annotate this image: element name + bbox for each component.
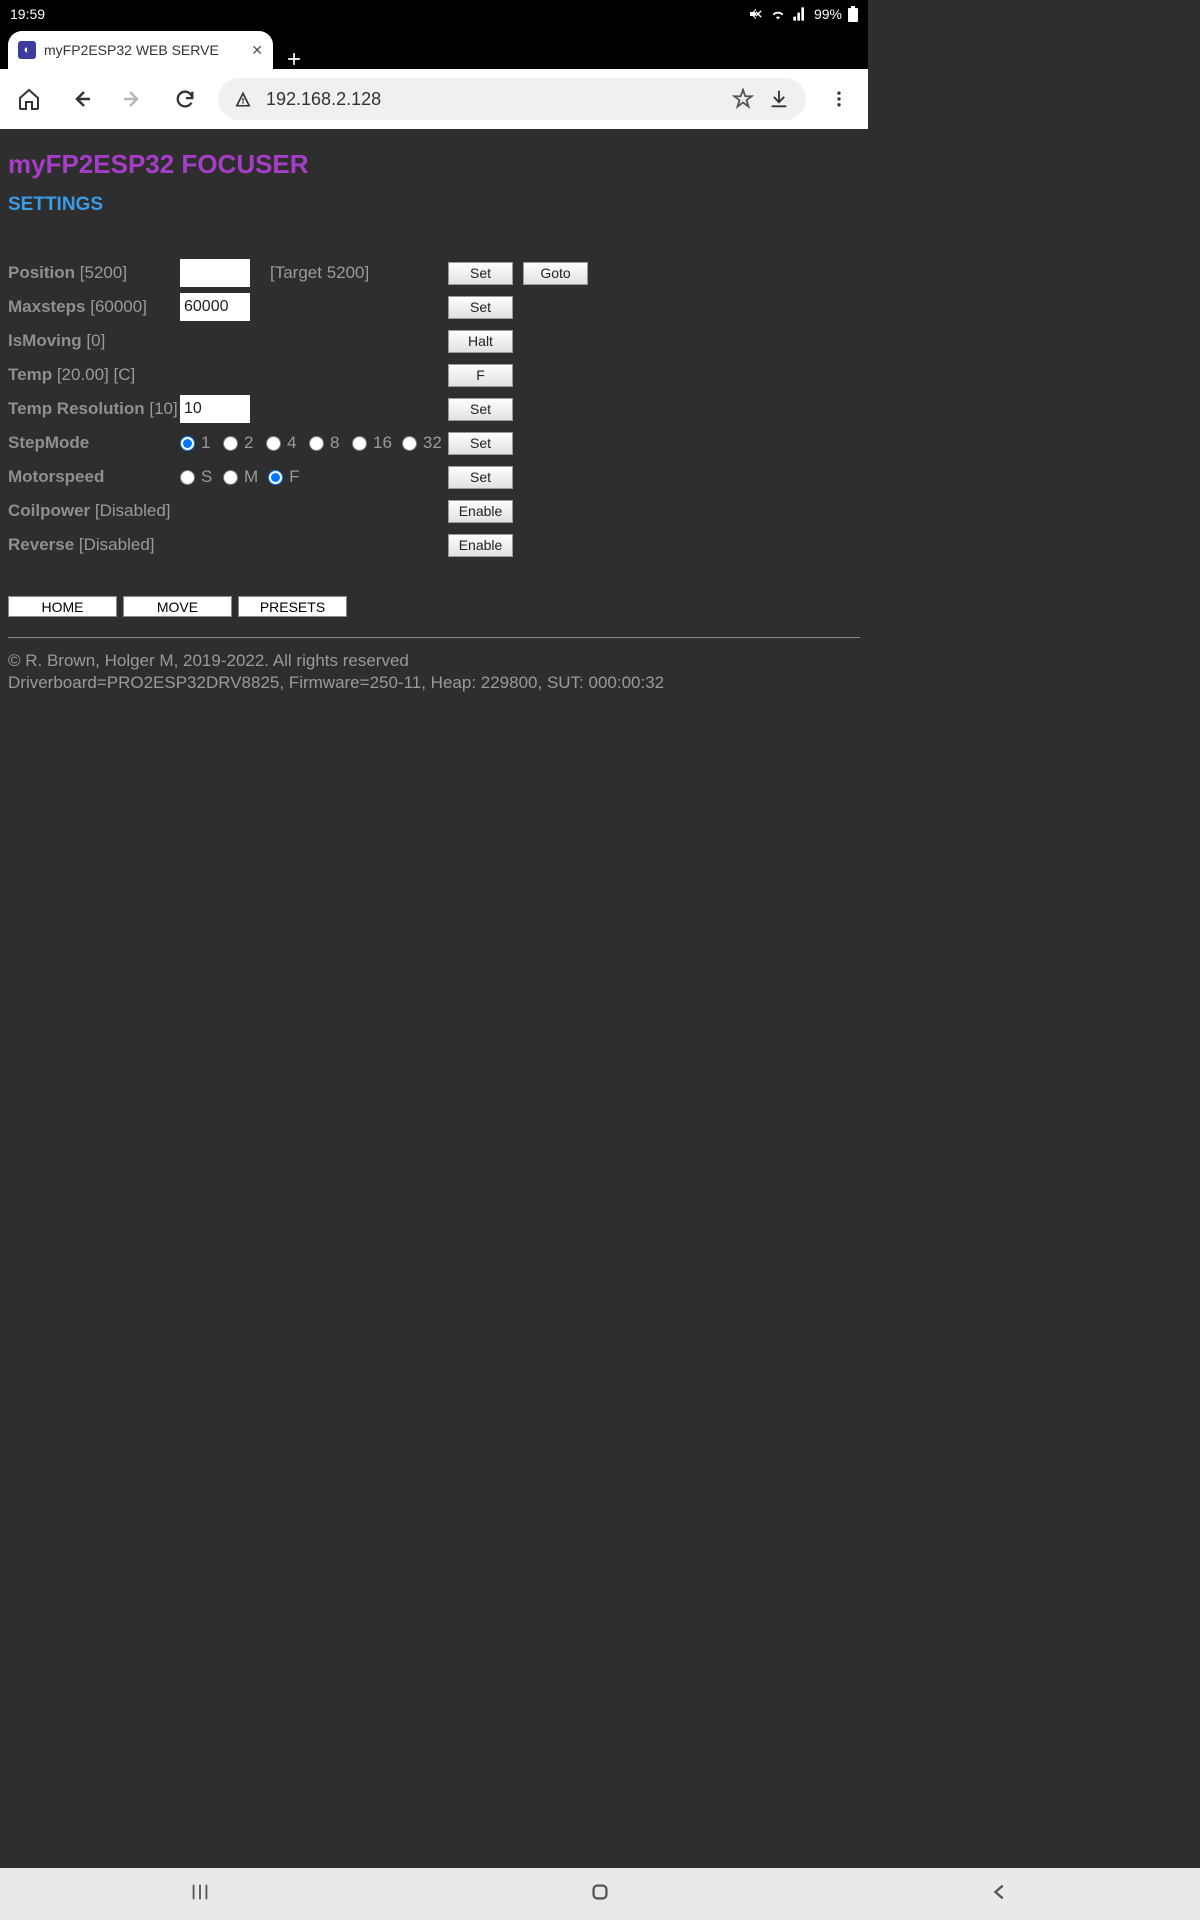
page-title: myFP2ESP32 FOCUSER bbox=[8, 149, 860, 180]
page-subtitle: SETTINGS bbox=[8, 194, 860, 216]
stepmode-radio-4[interactable] bbox=[266, 436, 281, 451]
wifi-icon bbox=[770, 6, 786, 22]
motorspeed-label: Motorspeed bbox=[8, 467, 104, 486]
row-ismoving: IsMoving [0] Halt bbox=[8, 326, 860, 356]
motorspeed-radio-label: F bbox=[289, 467, 301, 487]
stepmode-radio-label: 2 bbox=[244, 433, 256, 453]
motorspeed-radio-M[interactable] bbox=[223, 470, 238, 485]
divider bbox=[8, 637, 860, 638]
nav-home-button[interactable]: HOME bbox=[8, 596, 117, 617]
tab-bar: ◐ myFP2ESP32 WEB SERVE ✕ bbox=[0, 27, 868, 69]
coilpower-value: [Disabled] bbox=[95, 501, 171, 520]
new-tab-button[interactable] bbox=[273, 49, 315, 69]
reverse-value: [Disabled] bbox=[79, 535, 155, 554]
stepmode-radio-label: 4 bbox=[287, 433, 299, 453]
row-reverse: Reverse [Disabled] Enable bbox=[8, 530, 860, 560]
bookmark-icon[interactable] bbox=[732, 88, 754, 110]
footer-copyright: © R. Brown, Holger M, 2019-2022. All rig… bbox=[8, 650, 860, 672]
back-button[interactable] bbox=[62, 80, 100, 118]
tempres-input[interactable] bbox=[180, 395, 250, 423]
maxsteps-value: [60000] bbox=[90, 297, 147, 316]
stepmode-radio-1[interactable] bbox=[180, 436, 195, 451]
stepmode-set-button[interactable]: Set bbox=[448, 432, 513, 455]
page-content: myFP2ESP32 FOCUSER SETTINGS Position [52… bbox=[0, 129, 868, 1337]
nav-presets-button[interactable]: PRESETS bbox=[238, 596, 347, 617]
tempres-value: [10] bbox=[149, 399, 177, 418]
footer: © R. Brown, Holger M, 2019-2022. All rig… bbox=[8, 650, 860, 694]
motorspeed-radio-label: M bbox=[244, 467, 258, 487]
system-back-button[interactable] bbox=[989, 1881, 1011, 1908]
temp-value: [20.00] [C] bbox=[57, 365, 135, 384]
row-coilpower: Coilpower [Disabled] Enable bbox=[8, 496, 860, 526]
row-position: Position [5200] [Target 5200] Set Goto bbox=[8, 258, 860, 288]
reverse-label: Reverse bbox=[8, 535, 74, 554]
motorspeed-radio-S[interactable] bbox=[180, 470, 195, 485]
stepmode-radio-label: 32 bbox=[423, 433, 442, 453]
url-text: 192.168.2.128 bbox=[266, 89, 718, 110]
browser-toolbar: 192.168.2.128 bbox=[0, 69, 868, 129]
position-value: [5200] bbox=[80, 263, 127, 282]
row-motorspeed: Motorspeed S M F Set bbox=[8, 462, 860, 492]
row-stepmode: StepMode 1 2 4 8 16 32 Set bbox=[8, 428, 860, 458]
not-secure-icon bbox=[234, 90, 252, 108]
tempres-set-button[interactable]: Set bbox=[448, 398, 513, 421]
android-nav-bar bbox=[0, 1868, 1200, 1920]
motorspeed-radio-F[interactable] bbox=[268, 470, 283, 485]
temp-unit-button[interactable]: F bbox=[448, 364, 513, 387]
signal-icon bbox=[792, 6, 808, 22]
stepmode-radio-label: 8 bbox=[330, 433, 342, 453]
row-temp: Temp [20.00] [C] F bbox=[8, 360, 860, 390]
system-home-button[interactable] bbox=[589, 1881, 611, 1908]
stepmode-radio-32[interactable] bbox=[402, 436, 417, 451]
tab-title: myFP2ESP32 WEB SERVE bbox=[44, 42, 243, 58]
battery-pct: 99% bbox=[814, 6, 842, 22]
coilpower-enable-button[interactable]: Enable bbox=[448, 500, 513, 523]
status-icons: 99% bbox=[748, 6, 858, 22]
reverse-enable-button[interactable]: Enable bbox=[448, 534, 513, 557]
position-label: Position bbox=[8, 263, 75, 282]
stepmode-label: StepMode bbox=[8, 433, 89, 452]
tempres-label: Temp Resolution bbox=[8, 399, 145, 418]
nav-buttons: HOME MOVE PRESETS bbox=[8, 596, 860, 617]
close-icon[interactable]: ✕ bbox=[251, 42, 263, 59]
android-statusbar: 19:59 99% bbox=[0, 0, 868, 27]
clock: 19:59 bbox=[10, 6, 45, 22]
menu-button[interactable] bbox=[820, 80, 858, 118]
temp-label: Temp bbox=[8, 365, 52, 384]
maxsteps-input[interactable] bbox=[180, 293, 250, 321]
position-target: [Target 5200] bbox=[270, 263, 448, 283]
stepmode-radio-label: 1 bbox=[201, 433, 213, 453]
address-bar[interactable]: 192.168.2.128 bbox=[218, 78, 806, 120]
forward-button[interactable] bbox=[114, 80, 152, 118]
maxsteps-set-button[interactable]: Set bbox=[448, 296, 513, 319]
position-set-button[interactable]: Set bbox=[448, 262, 513, 285]
browser-tab[interactable]: ◐ myFP2ESP32 WEB SERVE ✕ bbox=[8, 31, 273, 69]
stepmode-radio-2[interactable] bbox=[223, 436, 238, 451]
battery-icon bbox=[848, 6, 858, 22]
mute-icon bbox=[748, 6, 764, 22]
row-tempres: Temp Resolution [10] Set bbox=[8, 394, 860, 424]
recent-apps-button[interactable] bbox=[189, 1881, 211, 1908]
stepmode-radio-label: 16 bbox=[373, 433, 392, 453]
stepmode-radio-16[interactable] bbox=[352, 436, 367, 451]
reload-button[interactable] bbox=[166, 80, 204, 118]
position-goto-button[interactable]: Goto bbox=[523, 262, 588, 285]
nav-move-button[interactable]: MOVE bbox=[123, 596, 232, 617]
motorspeed-set-button[interactable]: Set bbox=[448, 466, 513, 489]
tab-favicon: ◐ bbox=[18, 41, 36, 59]
footer-info: Driverboard=PRO2ESP32DRV8825, Firmware=2… bbox=[8, 672, 860, 694]
halt-button[interactable]: Halt bbox=[448, 330, 513, 353]
ismoving-value: [0] bbox=[86, 331, 105, 350]
download-icon[interactable] bbox=[768, 88, 790, 110]
stepmode-radio-8[interactable] bbox=[309, 436, 324, 451]
home-button[interactable] bbox=[10, 80, 48, 118]
ismoving-label: IsMoving bbox=[8, 331, 82, 350]
position-input[interactable] bbox=[180, 259, 250, 287]
coilpower-label: Coilpower bbox=[8, 501, 90, 520]
maxsteps-label: Maxsteps bbox=[8, 297, 85, 316]
row-maxsteps: Maxsteps [60000] Set bbox=[8, 292, 860, 322]
motorspeed-radio-label: S bbox=[201, 467, 213, 487]
